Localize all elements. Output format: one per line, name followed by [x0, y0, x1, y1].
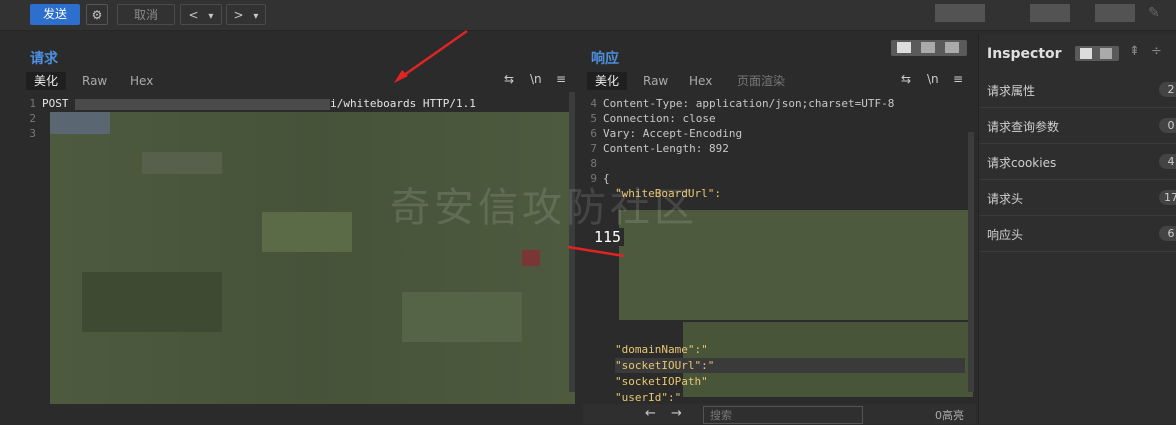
layout-toggle[interactable] [891, 40, 967, 56]
inspector-row-query-params[interactable]: 请求查询参数 0 [979, 108, 1176, 144]
inspector-row-request-attributes[interactable]: 请求属性 2 [979, 72, 1176, 108]
annotation-line [567, 245, 625, 258]
edit-pencil-icon[interactable]: ✎ [1148, 5, 1160, 21]
count-badge: 0 [1159, 118, 1176, 133]
search-next-icon[interactable]: → [671, 406, 682, 421]
json-key-socketiopath: "socketIOPath" [615, 375, 708, 388]
newline-icon[interactable]: \n [927, 72, 939, 86]
redacted-block [82, 272, 222, 332]
request-line-1: 1 POST i/whiteboards HTTP/1.1 [29, 97, 476, 110]
match-count: 0高亮 [935, 409, 964, 422]
count-badge: 2 [1159, 82, 1176, 97]
row-label: 响应头 [987, 228, 1024, 242]
inspector-panel: Inspector ⇞ ÷ 请求属性 2 请求查询参数 0 请求cookies … [978, 34, 1176, 424]
wrap-icon[interactable]: ⇆ [901, 72, 911, 86]
layout-single-icon[interactable] [945, 42, 959, 53]
row-label: 请求cookies [987, 156, 1057, 170]
layout-split-icon[interactable] [897, 42, 911, 53]
redacted-block [262, 212, 352, 252]
forward-arrow-icon: > [233, 8, 244, 22]
tab-hex[interactable]: Hex [681, 72, 720, 90]
response-line: 5 Connection: close [590, 112, 716, 125]
response-line: 7 Content-Length: 892 [590, 142, 729, 155]
response-title: 响应 [591, 51, 619, 67]
inspector-row-cookies[interactable]: 请求cookies 4 [979, 144, 1176, 180]
count-badge: 4 [1159, 154, 1176, 169]
send-button[interactable]: 发送 [30, 4, 80, 25]
request-scrollbar[interactable] [569, 92, 575, 392]
json-key-socketiourl: "socketIOUrl":" [615, 358, 965, 373]
back-arrow-icon: < [188, 8, 199, 22]
request-line-3: 3 [29, 127, 36, 140]
chevron-down-icon: ▾ [253, 11, 259, 22]
tab-raw[interactable]: Raw [635, 72, 676, 90]
row-label: 请求属性 [987, 84, 1036, 98]
tab-render[interactable]: 页面渲染 [729, 72, 793, 90]
redacted-block [402, 292, 522, 342]
row-label: 请求查询参数 [987, 120, 1060, 134]
redacted-block [50, 112, 110, 134]
inspector-row-request-headers[interactable]: 请求头 17 [979, 180, 1176, 216]
newline-icon[interactable]: \n [530, 72, 542, 86]
response-scrollbar[interactable] [968, 132, 974, 392]
layout-split-icon[interactable] [1080, 48, 1092, 59]
request-title: 请求 [30, 51, 58, 67]
blurred-target-region [935, 4, 985, 22]
inspector-layout-toggle[interactable] [1075, 46, 1119, 61]
back-button[interactable]: < ▾ [180, 4, 222, 25]
response-line: 8 [590, 157, 597, 170]
layout-single-icon[interactable] [1100, 48, 1112, 59]
menu-icon[interactable]: ≡ [953, 72, 963, 86]
search-prev-icon[interactable]: ← [645, 406, 656, 421]
blurred-target-region [1095, 4, 1135, 22]
chevron-down-icon: ▾ [208, 11, 214, 22]
inspector-row-response-headers[interactable]: 响应头 6 [979, 216, 1176, 252]
response-line: 6 Vary: Accept-Encoding [590, 127, 743, 140]
redacted-request-body [50, 112, 575, 404]
count-badge: 17 [1159, 190, 1176, 205]
collapse-icon[interactable]: ⇞ [1129, 44, 1140, 59]
annotation-arrow [394, 29, 468, 83]
tab-hex[interactable]: Hex [122, 72, 161, 90]
gear-icon[interactable]: ⚙ [86, 4, 108, 25]
count-badge: 6 [1159, 226, 1176, 241]
request-editor[interactable]: 1 POST i/whiteboards HTTP/1.1 2 3 [22, 92, 579, 404]
tab-pretty[interactable]: 美化 [587, 72, 628, 90]
row-label: 请求头 [987, 192, 1024, 206]
menu-icon[interactable]: ≡ [556, 72, 566, 86]
layout-stack-icon[interactable] [921, 42, 935, 53]
json-key-domainname: "domainName":" [615, 343, 708, 356]
json-key-userid: "userId":" [615, 391, 682, 404]
cancel-button[interactable]: 取消 [117, 4, 175, 25]
tab-pretty[interactable]: 美化 [26, 72, 67, 90]
blurred-target-region [1030, 4, 1070, 22]
redacted-block [522, 250, 540, 266]
response-line: 4 Content-Type: application/json;charset=… [590, 97, 895, 110]
watermark: 奇安信攻防社区 [390, 185, 698, 231]
response-editor[interactable]: 4 Content-Type: application/json;charset=… [583, 92, 976, 404]
redacted-block [142, 152, 222, 174]
forward-button[interactable]: > ▾ [226, 4, 266, 25]
request-tabs: 美化 Raw Hex ⇆ \n ≡ [22, 72, 579, 90]
search-input[interactable]: 搜索 [703, 406, 863, 424]
top-toolbar: 发送 ⚙ 取消 < ▾ > ▾ ✎ [0, 0, 1176, 31]
response-tabs: 美化 Raw Hex 页面渲染 ⇆ \n ≡ [583, 72, 976, 90]
tab-raw[interactable]: Raw [74, 72, 115, 90]
wrap-icon[interactable]: ⇆ [504, 72, 514, 86]
split-icon[interactable]: ÷ [1151, 44, 1162, 59]
search-bar: ← → 搜索 0高亮 [583, 404, 976, 424]
request-line-2: 2 [29, 112, 36, 125]
inspector-title: Inspector [987, 46, 1062, 62]
